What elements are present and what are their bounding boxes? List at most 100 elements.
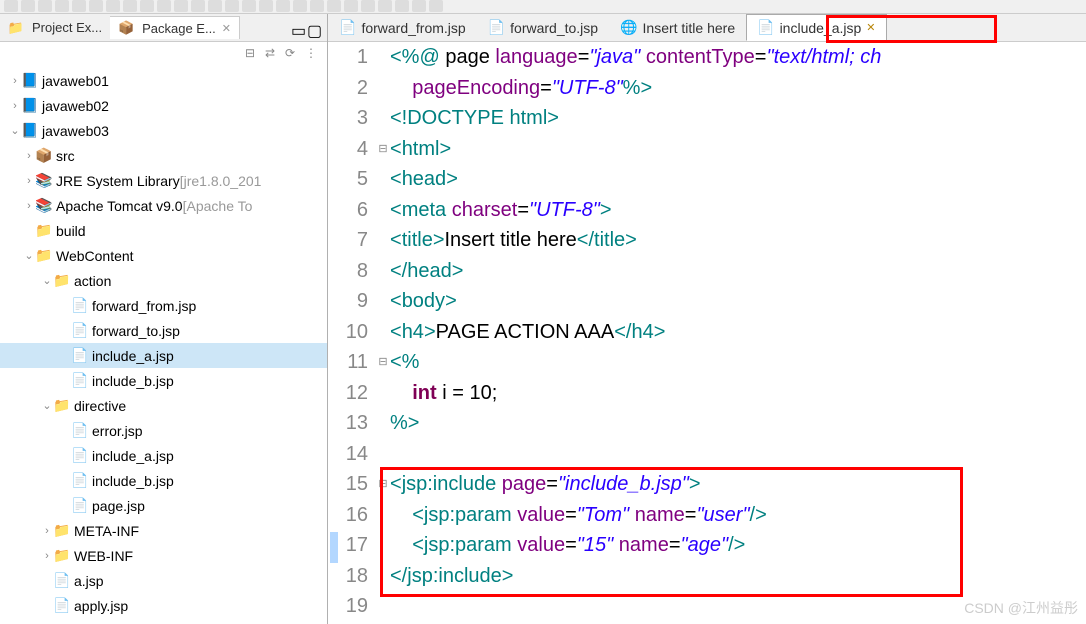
expand-icon[interactable]: ⌄	[22, 249, 36, 262]
code-area[interactable]: 12345678910111213141516171819 ⊟⊟⊟ <%@ pa…	[328, 42, 1086, 624]
package-explorer-icon: 📦	[118, 20, 134, 36]
expand-icon[interactable]: ⌄	[40, 274, 54, 287]
fold-marker[interactable]	[376, 164, 390, 195]
link-editor-icon[interactable]: ⇄	[265, 46, 279, 60]
editor-tab-insert-title-here[interactable]: 🌐Insert title here	[609, 14, 746, 41]
tab-label: forward_from.jsp	[361, 20, 465, 36]
expand-icon[interactable]: ⌄	[40, 399, 54, 412]
close-icon[interactable]: ✕	[866, 21, 875, 34]
maximize-icon[interactable]: ▢	[307, 21, 321, 35]
tree-item-include_a-jsp[interactable]: 📄include_a.jsp	[0, 343, 327, 368]
line-number: 16	[328, 500, 368, 531]
fold-marker[interactable]	[376, 378, 390, 409]
tree-label: javaweb01	[42, 73, 109, 89]
fold-marker[interactable]	[376, 591, 390, 622]
tree-item-action[interactable]: ⌄📁action	[0, 268, 327, 293]
tree-item-src[interactable]: ›📦src	[0, 143, 327, 168]
folder-icon: 📁	[54, 398, 70, 414]
refresh-icon[interactable]: ⟳	[285, 46, 299, 60]
tree-label: a.jsp	[74, 573, 104, 589]
tree-label: include_b.jsp	[92, 473, 174, 489]
jsp-icon: 📄	[54, 598, 70, 614]
left-panel: 📁 Project Ex... 📦 Package E... ✕ ▭ ▢ ⊟ ⇄…	[0, 14, 328, 624]
tab-project-explorer[interactable]: 📁 Project Ex...	[0, 17, 110, 39]
fold-marker[interactable]	[376, 103, 390, 134]
tree-item-error-jsp[interactable]: 📄error.jsp	[0, 418, 327, 443]
fold-marker[interactable]	[376, 561, 390, 592]
fold-marker[interactable]	[376, 195, 390, 226]
editor-tabs: 📄 forward_from.jsp 📄forward_to.jsp🌐Insert …	[328, 14, 1086, 42]
main-toolbar	[0, 0, 1086, 14]
expand-icon[interactable]: ›	[40, 550, 54, 562]
current-line-marker	[330, 532, 338, 563]
tree-item-apply-jsp[interactable]: 📄apply.jsp	[0, 593, 327, 618]
fold-marker[interactable]	[376, 530, 390, 561]
fold-marker[interactable]	[376, 439, 390, 470]
expand-icon[interactable]: ›	[22, 150, 36, 162]
tree-item-javaweb02[interactable]: ›📘javaweb02	[0, 93, 327, 118]
jsp-icon: 📄	[339, 19, 356, 36]
tree-label: build	[56, 223, 86, 239]
tree-item-jre-system-library[interactable]: ›📚JRE System Library [jre1.8.0_201	[0, 168, 327, 193]
tree-item-javaweb01[interactable]: ›📘javaweb01	[0, 68, 327, 93]
tree-label: META-INF	[74, 523, 139, 539]
editor-tab-forward_to-jsp[interactable]: 📄forward_to.jsp	[477, 14, 609, 41]
fold-marker[interactable]	[376, 500, 390, 531]
folder-icon: 📁	[36, 223, 52, 239]
fold-marker[interactable]	[376, 286, 390, 317]
tree-item-webcontent[interactable]: ⌄📁WebContent	[0, 243, 327, 268]
jsp-icon: 📄	[72, 423, 88, 439]
collapse-all-icon[interactable]: ⊟	[245, 46, 259, 60]
fold-marker[interactable]: ⊟	[376, 469, 390, 500]
project-icon: 📘	[22, 123, 38, 139]
fold-marker[interactable]: ⊟	[376, 347, 390, 378]
editor-tab-include_a-jsp[interactable]: 📄include_a.jsp✕	[746, 14, 886, 41]
tree-item-forward_to-jsp[interactable]: 📄forward_to.jsp	[0, 318, 327, 343]
expand-icon[interactable]: ›	[8, 100, 22, 112]
tree-label: include_a.jsp	[92, 348, 174, 364]
lib-suffix: [jre1.8.0_201	[180, 173, 262, 189]
menu-icon[interactable]: ⋮	[305, 46, 319, 60]
expand-icon[interactable]: ›	[40, 525, 54, 537]
fold-marker[interactable]	[376, 256, 390, 287]
lib-icon: 📚	[36, 198, 52, 214]
fold-marker[interactable]	[376, 225, 390, 256]
jsp-icon: 📄	[72, 348, 88, 364]
line-number: 14	[328, 439, 368, 470]
expand-icon[interactable]: ›	[22, 175, 36, 187]
tree-item-a-jsp[interactable]: 📄a.jsp	[0, 568, 327, 593]
expand-icon[interactable]: ⌄	[8, 124, 22, 137]
fold-marker[interactable]	[376, 408, 390, 439]
tab-package-explorer[interactable]: 📦 Package E... ✕	[110, 16, 240, 39]
tree-item-page-jsp[interactable]: 📄page.jsp	[0, 493, 327, 518]
tree-item-javaweb03[interactable]: ⌄📘javaweb03	[0, 118, 327, 143]
lib-icon: 📚	[36, 173, 52, 189]
code-content[interactable]: <%@ page language="java" contentType="te…	[390, 42, 1086, 624]
tree-item-web-inf[interactable]: ›📁WEB-INF	[0, 543, 327, 568]
expand-icon[interactable]: ›	[8, 75, 22, 87]
fold-marker[interactable]	[376, 73, 390, 104]
tree-item-directive[interactable]: ⌄📁directive	[0, 393, 327, 418]
line-number: 15	[328, 469, 368, 500]
minimize-icon[interactable]: ▭	[291, 21, 305, 35]
tree-label: forward_to.jsp	[92, 323, 180, 339]
editor-panel: 📄 forward_from.jsp 📄forward_to.jsp🌐Insert …	[328, 14, 1086, 624]
tree-item-build[interactable]: 📁build	[0, 218, 327, 243]
tree-label: WebContent	[56, 248, 134, 264]
fold-marker[interactable]	[376, 317, 390, 348]
line-number: 10	[328, 317, 368, 348]
editor-tab-forward_from-jsp[interactable]: 📄 forward_from.jsp	[328, 14, 477, 41]
expand-icon[interactable]: ›	[22, 200, 36, 212]
explorer-toolbar: ⊟ ⇄ ⟳ ⋮	[0, 42, 327, 64]
tree-item-include_a-jsp[interactable]: 📄include_a.jsp	[0, 443, 327, 468]
tree-item-include_b-jsp[interactable]: 📄include_b.jsp	[0, 468, 327, 493]
line-number: 11	[328, 347, 368, 378]
close-icon[interactable]: ✕	[222, 22, 231, 35]
tree-item-forward_from-jsp[interactable]: 📄forward_from.jsp	[0, 293, 327, 318]
jsp-icon: 📄	[72, 498, 88, 514]
fold-marker[interactable]: ⊟	[376, 134, 390, 165]
fold-marker[interactable]	[376, 42, 390, 73]
tree-item-include_b-jsp[interactable]: 📄include_b.jsp	[0, 368, 327, 393]
tree-item-apache-tomcat-v9-0[interactable]: ›📚Apache Tomcat v9.0 [Apache To	[0, 193, 327, 218]
tree-item-meta-inf[interactable]: ›📁META-INF	[0, 518, 327, 543]
